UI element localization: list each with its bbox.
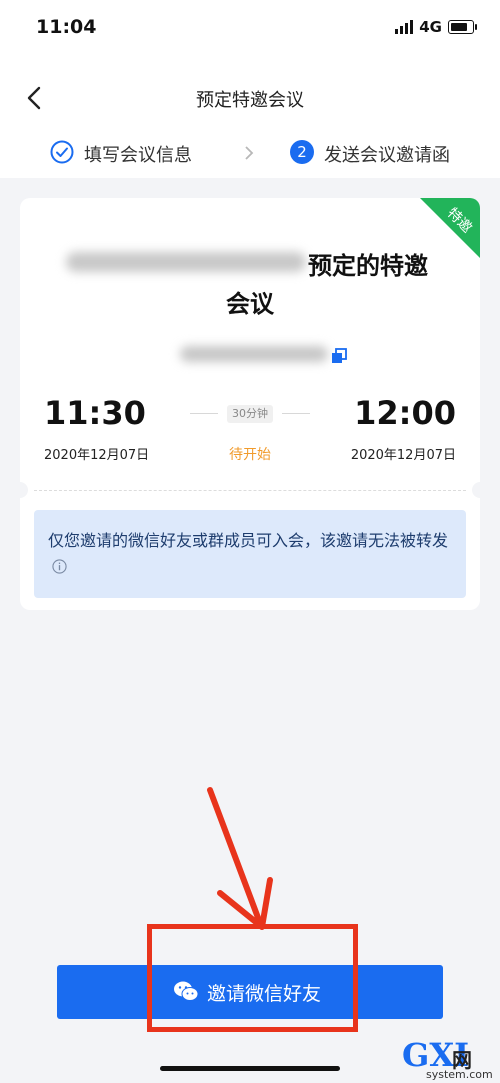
dashed-divider xyxy=(34,490,466,491)
duration-line-right xyxy=(282,413,310,414)
notice-text: 仅您邀请的微信好友或群成员可入会，该邀请无法被转发 xyxy=(48,528,453,580)
duration-line-left xyxy=(190,413,218,414)
annotation-highlight-box xyxy=(147,924,358,1032)
step1-label: 填写会议信息 xyxy=(84,145,192,166)
battery-icon xyxy=(448,20,477,34)
start-time: 11:30 xyxy=(44,394,146,432)
notice-box: 仅您邀请的微信好友或群成员可入会，该邀请无法被转发 xyxy=(34,510,466,598)
status-indicators: 4G xyxy=(395,18,477,36)
copy-icon[interactable] xyxy=(331,348,347,364)
signal-icon xyxy=(395,20,414,34)
check-circle-icon xyxy=(50,140,74,164)
watermark-domain: system.com xyxy=(426,1068,493,1081)
step2-label: 发送会议邀请函 xyxy=(324,145,450,166)
top-header: 11:04 4G 预定特邀会议 填写会议信息 2 发送会议邀请函 xyxy=(0,0,500,178)
status-time: 11:04 xyxy=(36,16,97,38)
annotation-arrow xyxy=(207,787,273,930)
page-title: 预定特邀会议 xyxy=(196,90,304,111)
info-icon[interactable] xyxy=(52,559,67,574)
chevron-right-icon xyxy=(245,146,254,160)
step2-number-badge: 2 xyxy=(290,140,314,164)
meeting-title-line2: 会议 xyxy=(226,290,274,318)
end-time: 12:00 xyxy=(354,394,456,432)
end-date: 2020年12月07日 xyxy=(350,448,456,463)
meeting-card: 特邀 预定的特邀 会议 11:30 30分钟 12:00 2020年12月07日… xyxy=(20,198,480,610)
duration-badge: 30分钟 xyxy=(227,405,273,423)
network-label: 4G xyxy=(419,18,442,36)
card-notch-left xyxy=(20,482,28,498)
step-indicator: 填写会议信息 2 发送会议邀请函 xyxy=(0,138,500,168)
blurred-meeting-id xyxy=(180,346,328,362)
blurred-host-name xyxy=(66,252,306,272)
home-indicator xyxy=(160,1066,340,1071)
card-notch-right xyxy=(472,482,480,498)
notice-message: 仅您邀请的微信好友或群成员可入会，该邀请无法被转发 xyxy=(48,531,449,550)
meeting-title-line1: 预定的特邀 xyxy=(308,252,428,280)
